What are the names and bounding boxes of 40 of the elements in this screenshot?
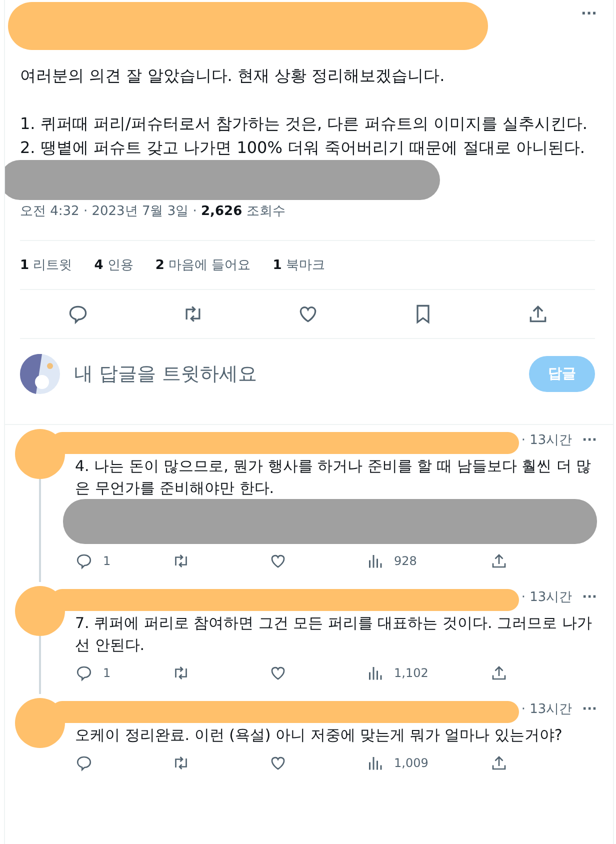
reply-time: · 13시간 (521, 589, 572, 606)
tweet-text: 1. 퀴퍼때 퍼리/퍼슈터로서 참가하는 것은, 다른 퍼슈트의 이미지를 실추시킨다. 2. 땡볕에 퍼슈트 갖고 나가면 100% 더워 죽어버리기 때문에 절대로 아니된다. (20, 113, 589, 159)
speech-bubble-icon[interactable] (75, 754, 93, 772)
more-menu[interactable]: ··· (582, 590, 597, 604)
speech-bubble-icon[interactable] (75, 552, 93, 570)
reply-time: · 13시간 (521, 432, 572, 449)
speech-bubble-icon[interactable] (75, 664, 93, 682)
heart-icon[interactable] (269, 552, 287, 570)
action-count: 1,009 (394, 756, 428, 770)
thread-line (39, 636, 41, 694)
tweet-meta: 오전 4:32 · 2023년 7월 3일 · 2,626 조회수 (20, 203, 286, 221)
more-menu[interactable]: ··· (582, 432, 597, 448)
reply-time: · 13시간 (521, 701, 572, 718)
action-count: 928 (394, 554, 417, 568)
heart-icon[interactable] (269, 754, 287, 772)
retweet-icon[interactable] (172, 754, 190, 772)
avatar (20, 354, 60, 394)
action-count: 1,102 (394, 666, 428, 680)
reply-text: 오케이 정리완료. 이런 (욕설) 아니 저중에 맞는게 뭐가 얼마나 있는거야? (75, 725, 564, 746)
retweet-icon[interactable] (172, 664, 190, 682)
stat-link[interactable]: 1 리트윗 (20, 256, 72, 274)
action-count: 1 (103, 666, 111, 680)
more-menu[interactable]: ··· (581, 6, 597, 22)
more-menu[interactable]: ··· (582, 702, 597, 716)
stat-link[interactable]: 4 인용 (94, 256, 134, 274)
action-count: 1 (103, 554, 111, 568)
share-icon[interactable] (490, 552, 508, 570)
tweet-text: 여러분의 의견 잘 알았습니다. 현재 상황 정리해보겠습니다. (20, 65, 446, 87)
reply-text: 4. 나는 돈이 많으므로, 뭔가 행사를 하거나 준비를 할 때 남들보다 훨씬 더 많은 무언가를 준비해야만 한다. (75, 456, 592, 499)
bar-chart-icon[interactable] (366, 754, 384, 772)
reply-text: 7. 퀴퍼에 퍼리로 참여하면 그건 모든 퍼리를 대표하는 것이다. 그러므로 나가선 안된다. (75, 613, 593, 656)
stat-link[interactable]: 2 마음에 들어요 (155, 256, 251, 274)
share-icon[interactable] (490, 664, 508, 682)
heart-icon[interactable] (269, 664, 287, 682)
bar-chart-icon[interactable] (366, 664, 384, 682)
stat-link[interactable]: 1 북마크 (272, 256, 325, 274)
share-icon[interactable] (490, 754, 508, 772)
speech-bubble-icon[interactable] (66, 303, 88, 325)
bar-chart-icon[interactable] (366, 552, 384, 570)
retweet-icon[interactable] (172, 552, 190, 570)
